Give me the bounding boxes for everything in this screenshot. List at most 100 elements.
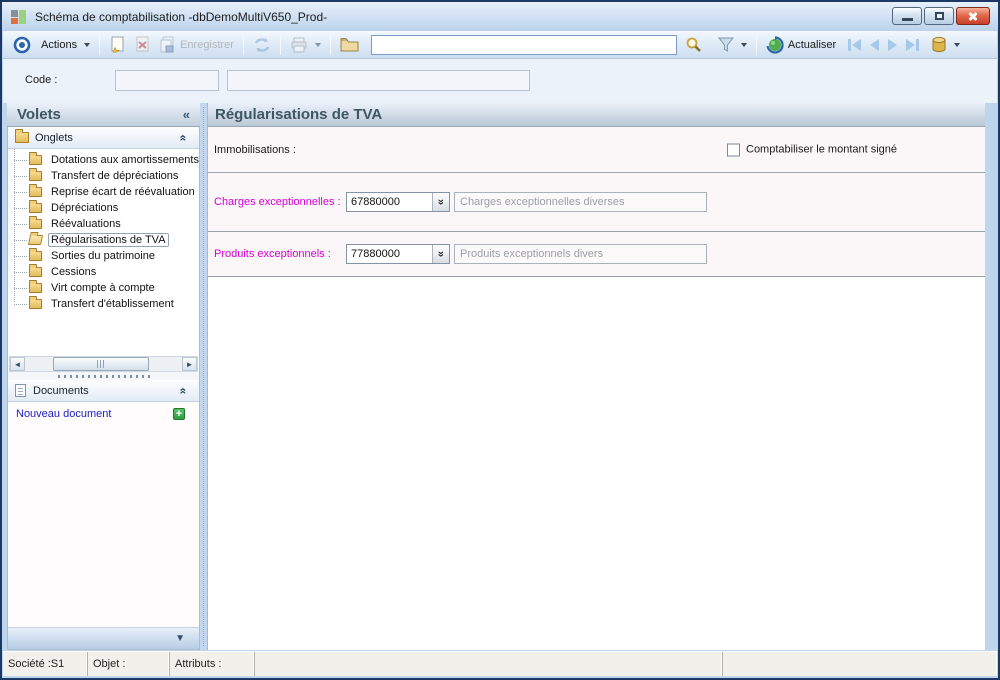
statusbar: Société :S1 Objet : Attributs : xyxy=(3,651,997,676)
tree-item-6[interactable]: Régularisations de TVA xyxy=(8,232,199,248)
minimize-button[interactable] xyxy=(892,7,922,25)
new-button[interactable] xyxy=(105,34,130,55)
database-icon xyxy=(932,36,946,53)
sidebar-footer: ▼ xyxy=(8,627,199,649)
tree-item-10[interactable]: Transfert d'établissement xyxy=(8,296,199,312)
produits-account-combo[interactable]: 77880000 « xyxy=(346,244,450,264)
search-icon xyxy=(686,37,701,52)
charges-account-combo[interactable]: 67880000 « xyxy=(346,192,450,212)
scroll-right-icon[interactable]: ► xyxy=(182,357,197,371)
charges-account-value: 67880000 xyxy=(351,196,400,208)
collapse-panel-icon[interactable]: « xyxy=(183,107,190,122)
save-icon xyxy=(160,36,174,53)
toolbar: Actions Enregistrer Actualiser xyxy=(3,31,997,59)
tree-item-2[interactable]: Transfert de dépréciations xyxy=(8,168,199,184)
produits-combo-dropdown-button[interactable]: « xyxy=(432,245,449,263)
open-folder-icon xyxy=(27,235,44,245)
save-label: Enregistrer xyxy=(180,38,234,51)
produits-account-value: 77880000 xyxy=(351,248,400,260)
tree-item-label: Sorties du patrimoine xyxy=(51,250,155,262)
database-button[interactable] xyxy=(927,34,964,55)
tree-item-8[interactable]: Cessions xyxy=(8,264,199,280)
scroll-left-icon[interactable]: ◄ xyxy=(10,357,25,371)
tree-item-label: Virt compte à compte xyxy=(51,282,155,294)
filter-button[interactable] xyxy=(714,35,751,54)
panel-splitter-handle[interactable] xyxy=(8,372,199,380)
tree-horizontal-scrollbar[interactable]: ◄ ► xyxy=(9,356,198,372)
combo-chevron-icon: « xyxy=(435,250,447,258)
nav-last-button[interactable] xyxy=(906,38,920,51)
minimize-icon xyxy=(901,18,913,21)
tree-item-label: Cessions xyxy=(51,266,97,278)
code-description-input[interactable] xyxy=(227,70,530,91)
restore-button[interactable] xyxy=(924,7,954,25)
target-icon[interactable] xyxy=(13,36,31,54)
print-button[interactable] xyxy=(286,35,325,55)
open-folder-button[interactable] xyxy=(336,35,363,54)
onglets-section-header[interactable]: Onglets « xyxy=(8,127,199,149)
produits-exceptionnels-row: Produits exceptionnels : 77880000 « Prod… xyxy=(208,232,985,277)
tree-item-4[interactable]: Dépréciations xyxy=(8,200,199,216)
collapse-section-icon[interactable]: « xyxy=(177,387,191,394)
scrollbar-thumb[interactable] xyxy=(53,357,149,371)
main-empty-area xyxy=(208,277,985,650)
charges-combo-dropdown-button[interactable]: « xyxy=(432,193,449,211)
documents-section-header[interactable]: Documents « xyxy=(8,380,199,402)
folder-icon xyxy=(15,129,29,143)
volets-title: Volets xyxy=(17,106,61,123)
collapse-section-icon[interactable]: « xyxy=(177,134,191,141)
close-button[interactable] xyxy=(956,7,990,25)
separator xyxy=(755,34,757,55)
immobilisations-label: Immobilisations : xyxy=(214,143,296,156)
folder-icon xyxy=(29,200,42,213)
delete-button[interactable] xyxy=(130,34,155,55)
refresh-button[interactable] xyxy=(249,35,275,55)
nav-next-button[interactable] xyxy=(888,38,898,51)
charges-label: Charges exceptionnelles : xyxy=(214,196,341,208)
folder-icon xyxy=(29,152,42,165)
sidebar-main-splitter[interactable] xyxy=(200,103,207,650)
code-row: Code : xyxy=(3,59,997,103)
window-title: Schéma de comptabilisation -dbDemoMultiV… xyxy=(35,9,328,24)
scrollbar-track[interactable] xyxy=(25,357,182,371)
new-document-link[interactable]: Nouveau document xyxy=(16,408,111,420)
comptabiliser-checkbox[interactable] xyxy=(727,143,740,156)
tree-item-3[interactable]: Reprise écart de réévaluation xyxy=(8,184,199,200)
app-icon xyxy=(11,9,27,25)
actions-caret-icon xyxy=(84,42,91,47)
add-document-icon[interactable]: + xyxy=(173,408,185,420)
sidebar-volets: Volets « Onglets « Dotations aux amortis… xyxy=(7,103,200,650)
refresh-data-button[interactable]: Actualiser xyxy=(762,34,840,56)
database-caret-icon xyxy=(954,42,961,47)
comptabiliser-checkbox-label: Comptabiliser le montant signé xyxy=(746,143,898,156)
charges-exceptionnelles-row: Charges exceptionnelles : 67880000 « Cha… xyxy=(208,173,985,232)
separator xyxy=(99,34,101,55)
statusbar-objet: Objet : xyxy=(88,652,170,676)
actions-button[interactable]: Actions xyxy=(37,37,94,53)
folder-icon xyxy=(29,216,42,229)
nav-first-button[interactable] xyxy=(848,38,862,51)
restore-icon xyxy=(934,12,944,20)
produits-description-field: Produits exceptionnels divers xyxy=(454,244,707,264)
scroll-down-panel-icon[interactable]: ▼ xyxy=(175,633,185,644)
combo-chevron-icon: « xyxy=(435,198,447,206)
search-input[interactable] xyxy=(370,34,677,55)
main-panel: Régularisations de TVA Immobilisations :… xyxy=(207,103,985,650)
tree-item-label: Transfert d'établissement xyxy=(51,298,174,310)
documents-label: Documents xyxy=(33,384,89,397)
statusbar-attributs: Attributs : xyxy=(170,652,255,676)
tree-item-7[interactable]: Sorties du patrimoine xyxy=(8,248,199,264)
tree-item-9[interactable]: Virt compte à compte xyxy=(8,280,199,296)
separator xyxy=(242,34,244,55)
volets-header: Volets « xyxy=(7,103,200,127)
tree-item-5[interactable]: Réévaluations xyxy=(8,216,199,232)
save-button[interactable]: Enregistrer xyxy=(155,34,238,55)
titlebar: Schéma de comptabilisation -dbDemoMultiV… xyxy=(2,2,998,31)
folder-icon xyxy=(29,168,42,181)
nav-previous-button[interactable] xyxy=(870,38,880,51)
charges-description-field: Charges exceptionnelles diverses xyxy=(454,192,707,212)
main-panel-title: Régularisations de TVA xyxy=(208,103,985,127)
tree-item-1[interactable]: Dotations aux amortissements xyxy=(8,152,199,168)
code-input[interactable] xyxy=(115,70,219,91)
search-button[interactable] xyxy=(681,34,706,55)
